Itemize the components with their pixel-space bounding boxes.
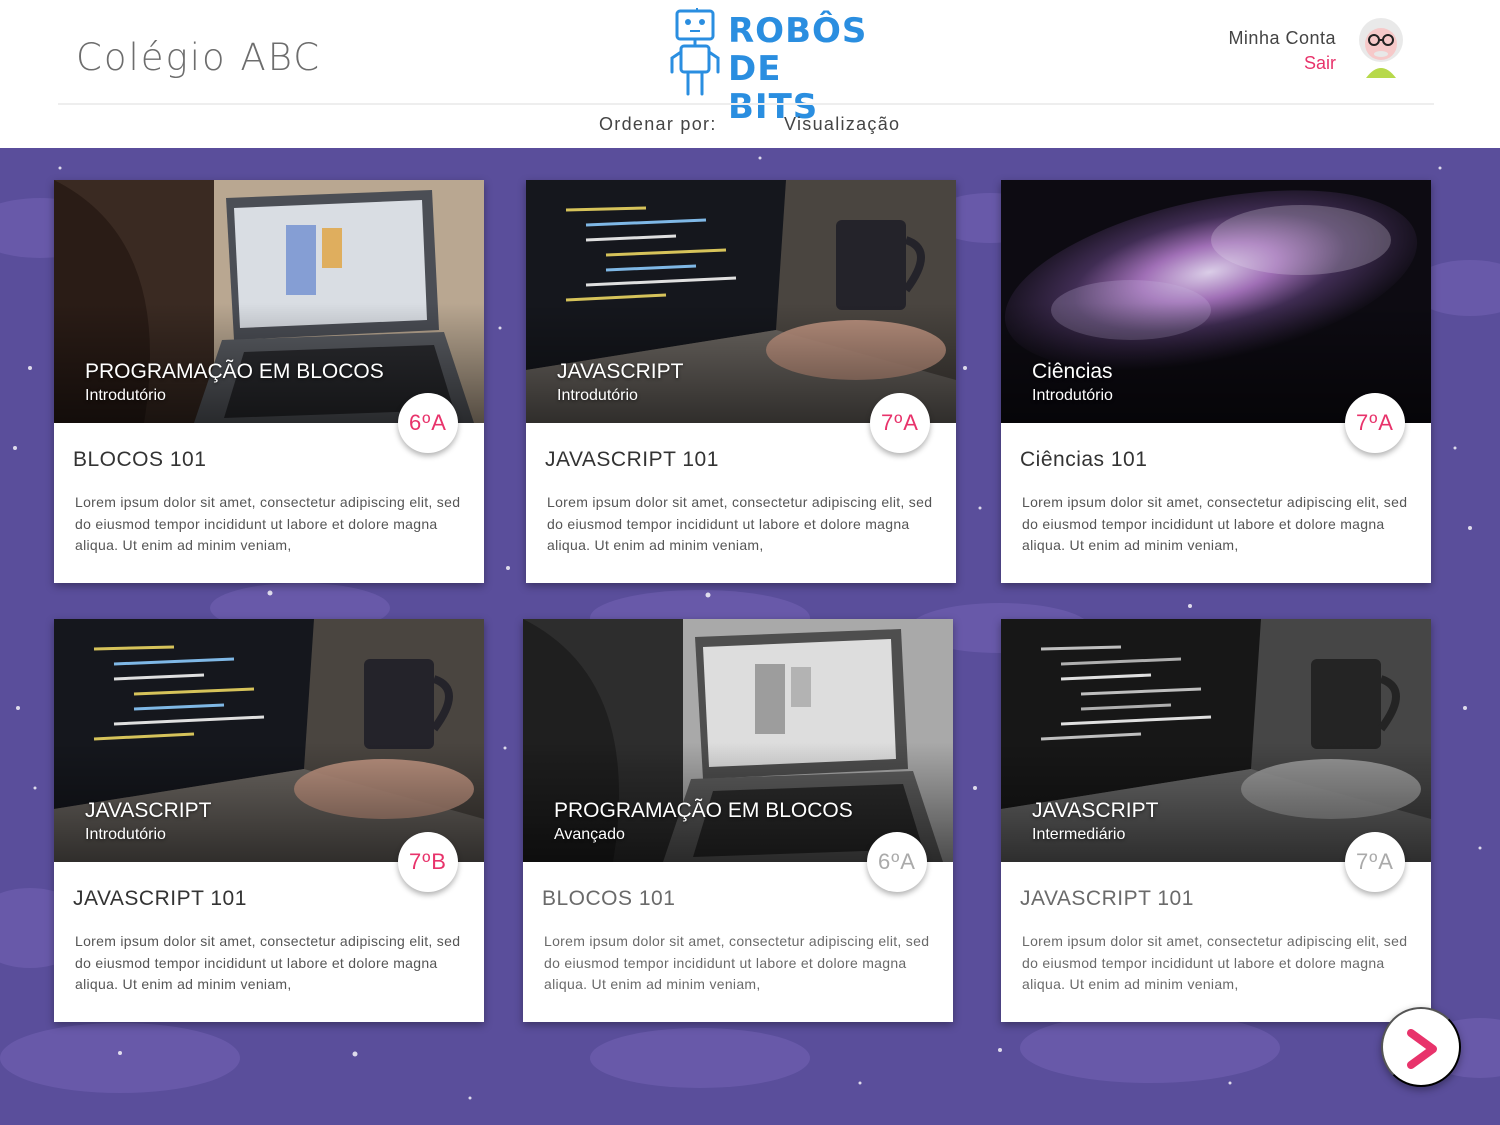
app-header: Colégio ABC ROBÔS DE BITS Minha Conta Sa… — [0, 0, 1500, 148]
logo-line-1: ROBÔS — [728, 11, 868, 51]
course-card[interactable]: JAVASCRIPT Introdutório 7ºA JAVASCRIPT 101 L… — [526, 180, 956, 583]
course-image: JAVASCRIPT Introdutório — [526, 180, 956, 423]
course-level: Introdutório — [557, 387, 638, 404]
header-divider — [58, 103, 1434, 105]
course-title: JAVASCRIPT 101 — [1020, 887, 1194, 910]
course-description: Lorem ipsum dolor sit amet, consectetur … — [547, 494, 933, 553]
toolbar: Ordenar por: Visualização — [0, 114, 1500, 138]
course-title: Ciências 101 — [1020, 448, 1148, 471]
course-title: BLOCOS 101 — [542, 887, 676, 910]
logout-link[interactable]: Sair — [1200, 53, 1336, 74]
robos-de-bits-logo[interactable]: ROBÔS DE BITS — [668, 8, 866, 126]
course-level: Avançado — [554, 826, 625, 843]
my-account-link[interactable]: Minha Conta — [1200, 28, 1336, 49]
course-card[interactable]: PROGRAMAÇÃO EM BLOCOS Introdutório 6ºA BLOC… — [54, 180, 484, 583]
course-category: JAVASCRIPT — [85, 799, 212, 822]
robot-icon — [670, 8, 720, 96]
class-badge: 6ºA — [398, 393, 458, 453]
course-image: PROGRAMAÇÃO EM BLOCOS Introdutório — [54, 180, 484, 423]
sort-by-dropdown[interactable]: Ordenar por: — [599, 114, 717, 135]
course-card[interactable]: PROGRAMAÇÃO EM BLOCOS Avançado 6ºA BLOCOS 1… — [523, 619, 953, 1022]
logo-wordmark: ROBÔS DE BITS — [728, 12, 867, 126]
course-card[interactable]: Ciências Introdutório 7ºA Ciências 101 Lorem… — [1001, 180, 1431, 583]
course-level: Intermediário — [1032, 826, 1126, 843]
class-badge: 7ºA — [1345, 832, 1405, 892]
course-description: Lorem ipsum dolor sit amet, consectetur … — [75, 933, 461, 992]
course-title: JAVASCRIPT 101 — [73, 887, 247, 910]
next-page-button[interactable] — [1381, 1007, 1461, 1087]
course-description: Lorem ipsum dolor sit amet, consectetur … — [544, 933, 930, 992]
class-badge: 7ºB — [398, 832, 458, 892]
class-badge: 6ºA — [867, 832, 927, 892]
account-menu: Minha Conta Sair — [1200, 28, 1336, 74]
course-category: JAVASCRIPT — [1032, 799, 1159, 822]
course-description: Lorem ipsum dolor sit amet, consectetur … — [75, 494, 461, 553]
course-category: JAVASCRIPT — [557, 360, 684, 383]
course-category: PROGRAMAÇÃO EM BLOCOS — [85, 360, 384, 383]
course-image: JAVASCRIPT Intermediário — [1001, 619, 1431, 862]
course-category: Ciências — [1032, 360, 1113, 383]
view-mode-dropdown[interactable]: Visualização — [784, 114, 900, 135]
course-image: PROGRAMAÇÃO EM BLOCOS Avançado — [523, 619, 953, 862]
course-level: Introdutório — [1032, 387, 1113, 404]
class-badge: 7ºA — [870, 393, 930, 453]
course-image: Ciências Introdutório — [1001, 180, 1431, 423]
user-avatar[interactable] — [1352, 14, 1410, 78]
course-level: Introdutório — [85, 387, 166, 404]
school-name: Colégio ABC — [76, 36, 322, 79]
class-badge: 7ºA — [1345, 393, 1405, 453]
course-title: JAVASCRIPT 101 — [545, 448, 719, 471]
course-description: Lorem ipsum dolor sit amet, consectetur … — [1022, 933, 1408, 992]
course-image: JAVASCRIPT Introdutório — [54, 619, 484, 862]
course-card[interactable]: JAVASCRIPT Introdutório 7ºB JAVASCRIPT 101 L… — [54, 619, 484, 1022]
chevron-right-icon — [1407, 1029, 1437, 1069]
course-level: Introdutório — [85, 826, 166, 843]
course-description: Lorem ipsum dolor sit amet, consectetur … — [1022, 494, 1408, 553]
course-title: BLOCOS 101 — [73, 448, 207, 471]
course-category: PROGRAMAÇÃO EM BLOCOS — [554, 799, 853, 822]
course-card[interactable]: JAVASCRIPT Intermediário 7ºA JAVASCRIPT 101… — [1001, 619, 1431, 1022]
